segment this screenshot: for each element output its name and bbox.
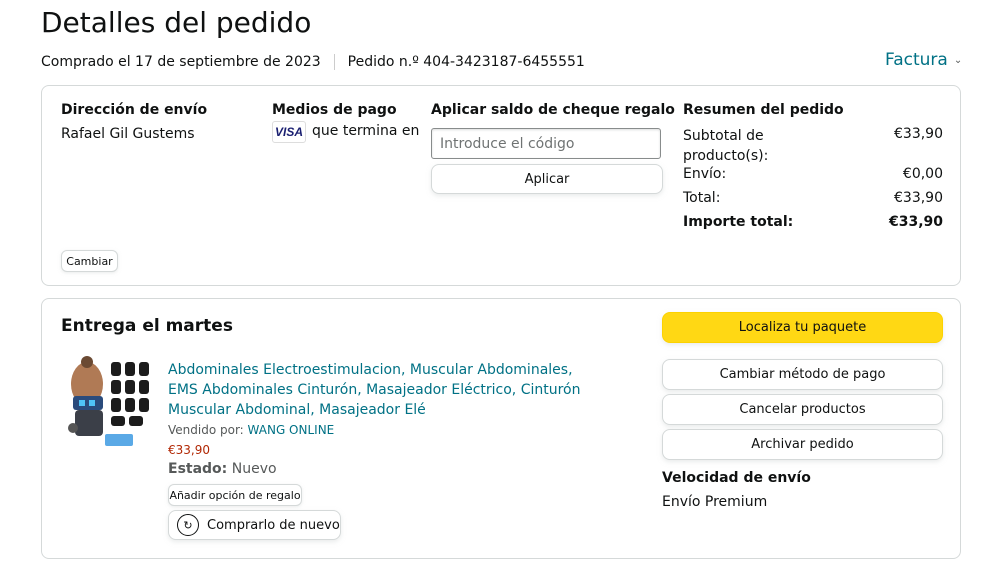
payment-heading: Medios de pago — [272, 102, 397, 118]
product-price: €33,90 — [168, 443, 210, 457]
summary-label-line2: producto(s): — [683, 148, 769, 164]
summary-label: Importe total: — [683, 214, 794, 230]
add-gift-option-button[interactable]: Añadir opción de regalo — [168, 484, 302, 506]
summary-value: €33,90 — [894, 190, 943, 206]
summary-row-subtotal: Subtotal de producto(s): €33,90 — [683, 126, 943, 166]
condition-value: Nuevo — [231, 461, 277, 477]
product-title-link[interactable]: Abdominales Electroestimulacion, Muscula… — [168, 360, 588, 420]
gift-code-input[interactable] — [431, 128, 661, 159]
summary-label: Envío: — [683, 166, 727, 182]
archive-order-button[interactable]: Archivar pedido — [662, 429, 943, 460]
buy-again-icon: ↻ — [177, 514, 199, 536]
delivery-card: Entrega el martes Abdominales Electroest… — [41, 298, 961, 559]
visa-card-icon: VISA — [272, 121, 306, 143]
page-title: Detalles del pedido — [41, 6, 312, 39]
order-meta: Comprado el 17 de septiembre de 2023 Ped… — [41, 54, 585, 70]
summary-label: Subtotal de producto(s): — [683, 126, 768, 166]
order-info-card: Dirección de envío Rafael Gil Gustems Ca… — [41, 85, 961, 286]
condition-label: Estado: — [168, 461, 228, 477]
delivery-heading: Entrega el martes — [61, 316, 233, 336]
apply-gift-button[interactable]: Aplicar — [431, 164, 663, 194]
order-number: Pedido n.º 404-3423187-6455551 — [347, 54, 585, 70]
change-payment-method-button[interactable]: Cambiar método de pago — [662, 359, 943, 390]
purchase-date: Comprado el 17 de septiembre de 2023 — [41, 54, 321, 70]
shipping-speed-heading: Velocidad de envío — [662, 470, 811, 486]
summary-heading: Resumen del pedido — [683, 102, 844, 118]
chevron-down-icon: ⌄ — [953, 54, 963, 66]
seller-link[interactable]: WANG ONLINE — [248, 423, 335, 437]
product-image[interactable] — [65, 356, 158, 451]
gift-heading: Aplicar saldo de cheque regalo — [431, 102, 675, 118]
divider — [333, 54, 335, 70]
buy-again-label: Comprarlo de nuevo — [207, 517, 340, 533]
shipping-speed-value: Envío Premium — [662, 494, 768, 510]
summary-value: €33,90 — [894, 126, 943, 142]
summary-label: Total: — [683, 190, 721, 206]
summary-value: €33,90 — [888, 214, 943, 230]
summary-value: €0,00 — [902, 166, 943, 182]
shipping-heading: Dirección de envío — [61, 102, 208, 118]
shipping-name: Rafael Gil Gustems — [61, 126, 195, 142]
buy-again-button[interactable]: ↻ Comprarlo de nuevo — [168, 510, 341, 540]
payment-ending: que termina en — [312, 123, 420, 139]
sold-by-label: Vendido por: — [168, 423, 244, 437]
condition: Estado: Nuevo — [168, 461, 277, 477]
track-package-button[interactable]: Localiza tu paquete — [662, 312, 943, 343]
summary-row-grand-total: Importe total: €33,90 — [683, 214, 943, 230]
summary-row-shipping: Envío: €0,00 — [683, 166, 943, 182]
invoice-dropdown[interactable]: Factura ⌄ — [885, 50, 962, 70]
summary-label-line1: Subtotal de — [683, 128, 764, 144]
invoice-label: Factura — [885, 50, 948, 70]
cancel-items-button[interactable]: Cancelar productos — [662, 394, 943, 425]
change-address-button[interactable]: Cambiar — [61, 250, 118, 272]
summary-row-total: Total: €33,90 — [683, 190, 943, 206]
seller-line: Vendido por: WANG ONLINE — [168, 423, 334, 437]
